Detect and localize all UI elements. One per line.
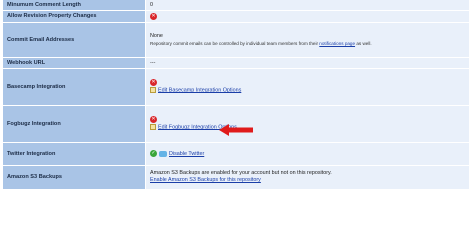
row-label: Basecamp Integration <box>3 68 146 106</box>
twitter-value: ✓ Disable Twitter <box>145 142 469 166</box>
commit-email-note: Repository commit emails can be controll… <box>150 40 465 47</box>
disabled-x-icon[interactable]: ✕ <box>150 12 157 20</box>
row-min-comment-length: Minumum Comment Length 0 <box>3 0 469 11</box>
s3-value: Amazon S3 Backups are enabled for your a… <box>145 165 469 190</box>
row-label: Amazon S3 Backups <box>3 165 146 190</box>
notifications-page-link[interactable]: notifications page <box>319 41 355 46</box>
red-arrow-icon <box>219 124 253 136</box>
row-basecamp-integration: Basecamp Integration ✕ Edit Basecamp Int… <box>3 68 469 106</box>
row-amazon-s3-backups: Amazon S3 Backups Amazon S3 Backups are … <box>3 165 469 190</box>
note-suffix: as well. <box>355 40 372 46</box>
disabled-x-icon: ✕ <box>150 78 157 86</box>
edit-basecamp-link[interactable]: Edit Basecamp Integration Options <box>158 87 241 93</box>
enable-s3-backups-link[interactable]: Enable Amazon S3 Backups for this reposi… <box>150 177 261 183</box>
s3-status-text: Amazon S3 Backups are enabled for your a… <box>150 170 332 176</box>
commit-email-none: None <box>150 32 163 39</box>
row-label: Allow Revision Property Changes <box>3 10 146 23</box>
enabled-check-icon: ✓ <box>150 150 157 157</box>
commit-email-value: None Repository commit emails can be con… <box>145 22 469 58</box>
basecamp-value: ✕ Edit Basecamp Integration Options <box>145 68 469 106</box>
row-twitter-integration: Twitter Integration ✓ Disable Twitter <box>3 142 469 166</box>
row-allow-revision-property-changes: Allow Revision Property Changes ✕ <box>3 10 469 23</box>
row-label: Minumum Comment Length <box>3 0 146 11</box>
row-label: Webhook URL <box>3 57 146 69</box>
twitter-icon <box>159 150 167 157</box>
row-webhook-url: Webhook URL --- <box>3 57 469 69</box>
row-commit-email-addresses: Commit Email Addresses None Repository c… <box>3 22 469 58</box>
revision-property-status: ✕ <box>145 10 469 23</box>
disable-twitter-link[interactable]: Disable Twitter <box>169 151 204 157</box>
row-label: Twitter Integration <box>3 142 146 166</box>
edit-icon <box>150 123 156 130</box>
min-comment-length-value: 0 <box>145 0 469 11</box>
edit-icon <box>150 86 156 93</box>
row-label: Fogbugz Integration <box>3 105 146 143</box>
note-prefix: Repository commit emails can be controll… <box>150 40 320 46</box>
webhook-url-value: --- <box>145 57 469 69</box>
fogbugz-value: ✕ Edit Fogbugz Integration Options <box>145 105 469 143</box>
repository-settings-table: Minumum Comment Length 0 Allow Revision … <box>3 0 469 190</box>
row-label: Commit Email Addresses <box>3 22 146 58</box>
disabled-x-icon: ✕ <box>150 115 157 123</box>
